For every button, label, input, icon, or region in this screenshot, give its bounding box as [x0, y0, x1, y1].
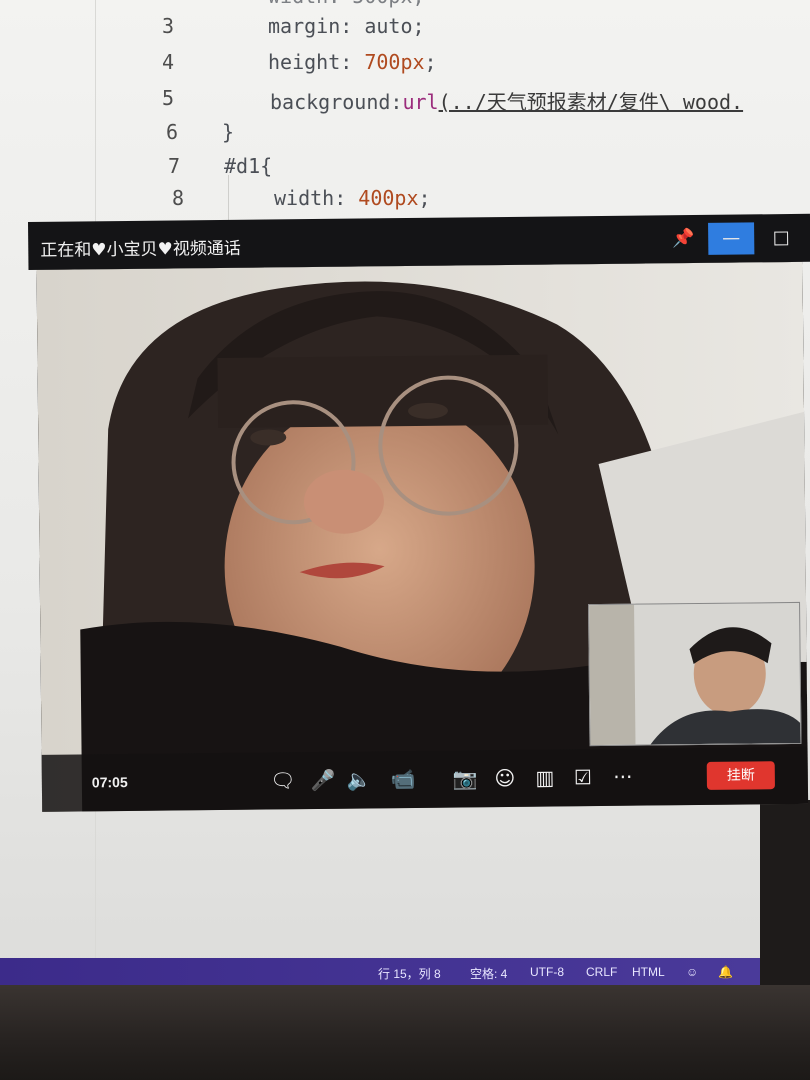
screenshot-icon[interactable]: 📷 — [450, 764, 480, 792]
code-text: background:url(../天气预报素材/复件\ wood. — [270, 86, 743, 115]
css-unit: px — [400, 50, 425, 74]
call-title: 正在和♥小宝贝♥视频通话 — [40, 238, 241, 261]
editor-statusbar: 行 15，列 8 空格: 4 UTF-8 CRLF HTML ☺ 🔔 — [0, 958, 760, 986]
monitor-bezel — [0, 985, 810, 1080]
call-timer: 07:05 — [91, 773, 128, 791]
css-end: ; — [418, 186, 431, 210]
effects-icon[interactable]: ☺ — [490, 764, 520, 792]
css-property: height: — [268, 50, 365, 74]
self-preview-frame — [589, 602, 801, 746]
code-text: } — [222, 120, 235, 144]
code-text: #d1{ — [224, 154, 273, 178]
indent-setting[interactable]: 空格: 4 — [470, 965, 507, 982]
line-number: 6 — [165, 120, 178, 144]
pin-icon[interactable]: 📌 — [660, 223, 706, 255]
language-mode[interactable]: HTML — [632, 965, 665, 979]
remote-video: 07:05 🗨 🎤 🔈 📹 📷 ☺ ▥ ☑ ··· 挂断 — [36, 261, 809, 812]
line-number: 3 — [161, 14, 174, 38]
line-number: 5 — [161, 86, 174, 110]
code-line-6: 6 } — [0, 120, 810, 154]
css-value: 700 — [364, 50, 401, 74]
code-line-5: 5 background:url(../天气预报素材/复件\ wood. — [0, 86, 810, 120]
css-unit: px — [394, 186, 419, 210]
cursor-position[interactable]: 行 15，列 8 — [378, 965, 441, 982]
camera-video-icon[interactable]: 📹 — [388, 765, 418, 793]
microphone-icon[interactable]: 🎤 — [308, 766, 338, 794]
encoding[interactable]: UTF-8 — [530, 965, 564, 979]
video-call-window[interactable]: 正在和♥小宝贝♥视频通话 📌 — □ 07:05 🗨 🎤 🔈 📹 📷 ☺ ▥ ☑… — [28, 213, 810, 812]
line-number: 8 — [171, 186, 184, 210]
code-line-3: 3 margin: auto; — [0, 14, 810, 48]
css-property: width: — [274, 186, 359, 210]
line-ending[interactable]: CRLF — [586, 965, 617, 979]
line-number: 7 — [167, 154, 180, 178]
speaker-icon[interactable]: 🔈 — [344, 765, 374, 793]
minimize-icon[interactable]: — — [708, 222, 755, 255]
css-url-arg: (../天气预报素材/复件\ wood. — [438, 90, 744, 114]
code-text: width: 400px; — [274, 186, 431, 210]
whiteboard-icon[interactable]: ☑ — [568, 763, 598, 791]
line-number: 4 — [161, 50, 174, 74]
css-value: 400 — [358, 186, 395, 210]
call-titlebar[interactable]: 正在和♥小宝贝♥视频通话 📌 — □ — [28, 213, 810, 270]
code-text: height: 700px; — [268, 50, 437, 74]
layout-icon[interactable]: ▥ — [530, 763, 560, 791]
code-fragment-top: width: 500px; — [268, 0, 425, 8]
call-controls: 07:05 🗨 🎤 🔈 📹 📷 ☺ ▥ ☑ ··· 挂断 — [41, 746, 809, 812]
self-preview-video[interactable] — [588, 601, 802, 747]
chat-icon[interactable]: 🗨 — [268, 766, 298, 794]
hangup-button[interactable]: 挂断 — [706, 761, 775, 790]
code-line-7: 7 #d1{ — [0, 154, 810, 188]
bell-icon[interactable]: 🔔 — [718, 965, 733, 979]
maximize-icon[interactable]: □ — [758, 222, 804, 254]
code-line-4: 4 height: 700px; — [0, 50, 810, 84]
more-icon[interactable]: ··· — [608, 763, 638, 791]
monitor-bezel-right — [760, 800, 810, 1000]
css-end: ; — [424, 50, 437, 74]
css-property: background: — [270, 90, 403, 114]
css-function: url — [402, 90, 439, 114]
person-feedback-icon[interactable]: ☺ — [686, 965, 698, 979]
code-text: margin: auto; — [268, 14, 425, 38]
